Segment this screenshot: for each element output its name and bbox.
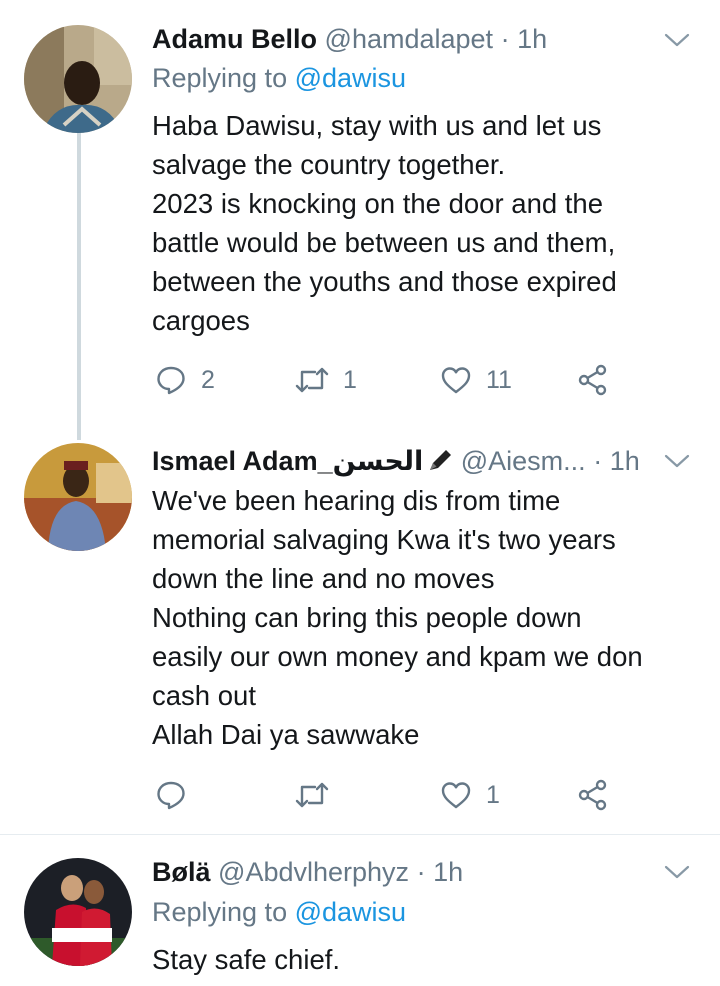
like-button[interactable]: 1 <box>440 778 500 812</box>
text-line: Nothing can bring this people down <box>152 602 582 633</box>
like-icon <box>441 367 471 394</box>
replying-prefix: Replying to <box>152 897 288 927</box>
replying-mention[interactable]: @dawisu <box>295 897 406 927</box>
reply-icon <box>157 781 185 810</box>
tweet-header: Bølä @Abdvlherphyz · 1h <box>152 857 463 888</box>
avatar-ismael-adam[interactable] <box>24 443 132 551</box>
chevron-down-icon[interactable] <box>664 864 690 880</box>
text-line: Allah Dai ya sawwake <box>152 719 420 750</box>
reply-icon <box>157 366 185 395</box>
tweet-text: Haba Dawisu, stay with us and let us sal… <box>152 106 697 340</box>
share-icon <box>578 364 607 396</box>
text-line: Haba Dawisu, stay with us and let us <box>152 110 602 141</box>
timestamp[interactable]: 1h <box>433 857 463 887</box>
share-button[interactable] <box>578 778 608 812</box>
avatar-bola[interactable] <box>24 858 132 966</box>
tweet-text: Stay safe chief. <box>152 940 697 979</box>
chevron-down-icon[interactable] <box>664 32 690 48</box>
author-name[interactable]: Adamu Bello <box>152 24 317 54</box>
text-line: We've been hearing dis from time <box>152 485 561 516</box>
author-handle[interactable]: @Aiesm... <box>461 446 586 476</box>
timestamp[interactable]: 1h <box>610 446 640 476</box>
replying-mention[interactable]: @dawisu <box>295 63 406 93</box>
tweet-text: We've been hearing dis from time memoria… <box>152 481 697 754</box>
author-name[interactable]: Bølä <box>152 857 211 887</box>
tweet-divider <box>0 834 720 835</box>
text-line: memorial salvaging Kwa it's two years <box>152 524 616 555</box>
reply-button[interactable]: 2 <box>155 363 215 397</box>
text-line: down the line and no moves <box>152 563 495 594</box>
replying-to: Replying to @dawisu <box>152 63 406 94</box>
author-handle[interactable]: @hamdalapet <box>325 24 494 54</box>
replying-to: Replying to @dawisu <box>152 897 406 928</box>
text-line: easily our own money and kpam we don <box>152 641 643 672</box>
pencil-emoji <box>427 448 453 472</box>
like-icon <box>441 782 471 809</box>
timestamp[interactable]: 1h <box>517 24 547 54</box>
text-line: between the youths and those expired <box>152 266 617 297</box>
retweet-count: 1 <box>343 365 357 394</box>
author-handle[interactable]: @Abdvlherphyz <box>218 857 409 887</box>
reply-count: 2 <box>201 365 215 394</box>
text-line: salvage the country together. <box>152 149 506 180</box>
text-line: battle would be between us and them, <box>152 227 616 258</box>
retweet-button[interactable]: 1 <box>295 363 357 397</box>
separator-dot: · <box>593 446 603 476</box>
like-count: 11 <box>486 365 512 394</box>
author-name[interactable]: Ismael Adam_الحسن <box>152 446 423 476</box>
reply-button[interactable] <box>155 778 201 812</box>
text-line: cargoes <box>152 305 250 336</box>
avatar-adamu-bello[interactable] <box>24 25 132 133</box>
text-line: 2023 is knocking on the door and the <box>152 188 604 219</box>
like-count: 1 <box>486 780 500 809</box>
tweet-header: Adamu Bello @hamdalapet · 1h <box>152 24 547 55</box>
retweet-icon <box>295 367 329 393</box>
tweet-header: Ismael Adam_الحسن @Aiesm... · 1h <box>152 446 640 477</box>
share-button[interactable] <box>578 363 608 397</box>
text-line: cash out <box>152 680 256 711</box>
thread-line <box>77 132 81 440</box>
retweet-icon <box>295 782 329 808</box>
separator-dot: · <box>500 24 510 54</box>
replying-prefix: Replying to <box>152 63 288 93</box>
retweet-button[interactable] <box>295 778 343 812</box>
chevron-down-icon[interactable] <box>664 453 690 469</box>
like-button[interactable]: 11 <box>440 363 512 397</box>
separator-dot: · <box>416 857 426 887</box>
share-icon <box>578 779 607 811</box>
text-line: Stay safe chief. <box>152 944 341 975</box>
